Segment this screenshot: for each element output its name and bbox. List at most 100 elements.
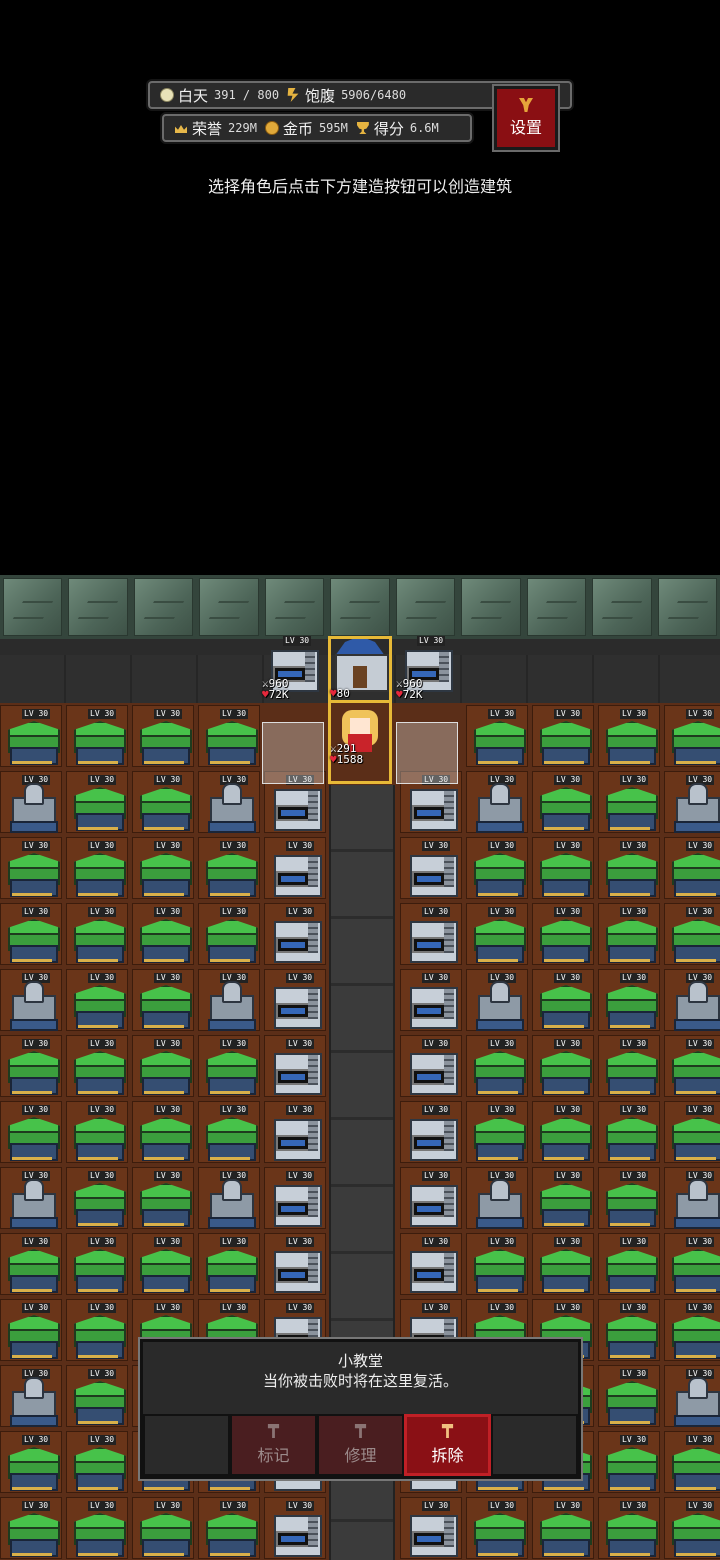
farm-building[interactable]: LV 30 bbox=[598, 771, 660, 833]
farm-building[interactable]: LV 30 bbox=[0, 1035, 62, 1097]
farm-building[interactable]: LV 30 bbox=[664, 903, 720, 965]
farm-building[interactable]: LV 30 bbox=[532, 837, 594, 899]
watchtower-building[interactable]: LV 30 bbox=[664, 771, 720, 833]
farm-building[interactable]: LV 30 bbox=[198, 705, 260, 767]
farm-building[interactable]: LV 30 bbox=[664, 837, 720, 899]
workshop-building[interactable]: LV 30 bbox=[400, 1167, 462, 1229]
watchtower-building[interactable]: LV 30 bbox=[664, 1167, 720, 1229]
farm-building[interactable]: LV 30 bbox=[664, 1233, 720, 1295]
workshop-building[interactable]: LV 30 bbox=[400, 1233, 462, 1295]
farm-building[interactable]: LV 30 bbox=[466, 705, 528, 767]
watchtower-building[interactable]: LV 30 bbox=[198, 1167, 260, 1229]
farm-building[interactable]: LV 30 bbox=[66, 903, 128, 965]
farm-building[interactable]: LV 30 bbox=[132, 837, 194, 899]
workshop-building[interactable]: LV 30 bbox=[264, 837, 326, 899]
farm-building[interactable]: LV 30 bbox=[66, 1035, 128, 1097]
workshop-building[interactable]: LV 30 bbox=[400, 1101, 462, 1163]
farm-building[interactable]: LV 30 bbox=[0, 903, 62, 965]
mark-button[interactable]: 标记 bbox=[230, 1414, 317, 1476]
watchtower-building[interactable]: LV 30 bbox=[466, 969, 528, 1031]
farm-building[interactable]: LV 30 bbox=[198, 903, 260, 965]
farm-building[interactable]: LV 30 bbox=[532, 771, 594, 833]
farm-building[interactable]: LV 30 bbox=[0, 1101, 62, 1163]
workshop-building[interactable]: LV 30 bbox=[264, 903, 326, 965]
workshop-building[interactable]: LV 30 bbox=[264, 1101, 326, 1163]
farm-building[interactable]: LV 30 bbox=[466, 1035, 528, 1097]
farm-building[interactable]: LV 30 bbox=[532, 1035, 594, 1097]
farm-building[interactable]: LV 30 bbox=[466, 1497, 528, 1559]
farm-building[interactable]: LV 30 bbox=[132, 1035, 194, 1097]
watchtower-building[interactable]: LV 30 bbox=[664, 969, 720, 1031]
farm-building[interactable]: LV 30 bbox=[132, 903, 194, 965]
settings-button[interactable]: 设置 bbox=[492, 84, 560, 152]
watchtower-building[interactable]: LV 30 bbox=[0, 1365, 62, 1427]
watchtower-building[interactable]: LV 30 bbox=[198, 771, 260, 833]
farm-building[interactable]: LV 30 bbox=[664, 1431, 720, 1493]
farm-building[interactable]: LV 30 bbox=[132, 771, 194, 833]
farm-building[interactable]: LV 30 bbox=[132, 1233, 194, 1295]
farm-building[interactable]: LV 30 bbox=[66, 1431, 128, 1493]
farm-building[interactable]: LV 30 bbox=[532, 1101, 594, 1163]
farm-building[interactable]: LV 30 bbox=[198, 837, 260, 899]
farm-building[interactable]: LV 30 bbox=[198, 1497, 260, 1559]
farm-building[interactable]: LV 30 bbox=[664, 705, 720, 767]
farm-building[interactable]: LV 30 bbox=[598, 1035, 660, 1097]
farm-building[interactable]: LV 30 bbox=[466, 903, 528, 965]
demolish-button[interactable]: 拆除 bbox=[404, 1414, 491, 1476]
farm-building[interactable]: LV 30 bbox=[0, 837, 62, 899]
farm-building[interactable]: LV 30 bbox=[466, 1101, 528, 1163]
farm-building[interactable]: LV 30 bbox=[598, 705, 660, 767]
farm-building[interactable]: LV 30 bbox=[66, 969, 128, 1031]
workshop-building[interactable]: LV 30 bbox=[400, 903, 462, 965]
farm-building[interactable]: LV 30 bbox=[0, 1233, 62, 1295]
workshop-building[interactable]: LV 30 bbox=[264, 969, 326, 1031]
farm-building[interactable]: LV 30 bbox=[598, 1299, 660, 1361]
farm-building[interactable]: LV 30 bbox=[598, 1101, 660, 1163]
farm-building[interactable]: LV 30 bbox=[598, 837, 660, 899]
farm-building[interactable]: LV 30 bbox=[664, 1035, 720, 1097]
farm-building[interactable]: LV 30 bbox=[598, 1431, 660, 1493]
farm-building[interactable]: LV 30 bbox=[532, 1167, 594, 1229]
farm-building[interactable]: LV 30 bbox=[66, 1101, 128, 1163]
farm-building[interactable]: LV 30 bbox=[532, 1497, 594, 1559]
workshop-building[interactable]: LV 30 bbox=[264, 1233, 326, 1295]
farm-building[interactable]: LV 30 bbox=[532, 705, 594, 767]
farm-building[interactable]: LV 30 bbox=[66, 771, 128, 833]
farm-building[interactable]: LV 30 bbox=[132, 1101, 194, 1163]
repair-button[interactable]: 修理 bbox=[317, 1414, 404, 1476]
farm-building[interactable]: LV 30 bbox=[532, 969, 594, 1031]
farm-building[interactable]: LV 30 bbox=[0, 1431, 62, 1493]
farm-building[interactable]: LV 30 bbox=[598, 1365, 660, 1427]
farm-building[interactable]: LV 30 bbox=[66, 1233, 128, 1295]
farm-building[interactable]: LV 30 bbox=[664, 1101, 720, 1163]
farm-building[interactable]: LV 30 bbox=[0, 1299, 62, 1361]
farm-building[interactable]: LV 30 bbox=[66, 1497, 128, 1559]
farm-building[interactable]: LV 30 bbox=[132, 1497, 194, 1559]
farm-building[interactable]: LV 30 bbox=[66, 705, 128, 767]
farm-building[interactable]: LV 30 bbox=[132, 969, 194, 1031]
farm-building[interactable]: LV 30 bbox=[198, 1035, 260, 1097]
workshop-building[interactable]: LV 30 bbox=[400, 837, 462, 899]
workshop-building[interactable]: LV 30 bbox=[264, 1035, 326, 1097]
watchtower-building[interactable]: LV 30 bbox=[466, 771, 528, 833]
farm-building[interactable]: LV 30 bbox=[598, 1233, 660, 1295]
farm-building[interactable]: LV 30 bbox=[0, 705, 62, 767]
watchtower-building[interactable]: LV 30 bbox=[466, 1167, 528, 1229]
watchtower-building[interactable]: LV 30 bbox=[0, 1167, 62, 1229]
farm-building[interactable]: LV 30 bbox=[598, 903, 660, 965]
workshop-building[interactable]: LV 30 bbox=[400, 969, 462, 1031]
watchtower-building[interactable]: LV 30 bbox=[0, 771, 62, 833]
farm-building[interactable]: LV 30 bbox=[132, 1167, 194, 1229]
farm-building[interactable]: LV 30 bbox=[66, 1167, 128, 1229]
farm-building[interactable]: LV 30 bbox=[466, 1233, 528, 1295]
farm-building[interactable]: LV 30 bbox=[0, 1497, 62, 1559]
workshop-building[interactable]: LV 30 bbox=[400, 1497, 462, 1559]
farm-building[interactable]: LV 30 bbox=[198, 1101, 260, 1163]
farm-building[interactable]: LV 30 bbox=[198, 1233, 260, 1295]
farm-building[interactable]: LV 30 bbox=[598, 1167, 660, 1229]
farm-building[interactable]: LV 30 bbox=[598, 969, 660, 1031]
workshop-building[interactable]: LV 30 bbox=[264, 1497, 326, 1559]
farm-building[interactable]: LV 30 bbox=[66, 837, 128, 899]
watchtower-building[interactable]: LV 30 bbox=[664, 1365, 720, 1427]
farm-building[interactable]: LV 30 bbox=[132, 705, 194, 767]
